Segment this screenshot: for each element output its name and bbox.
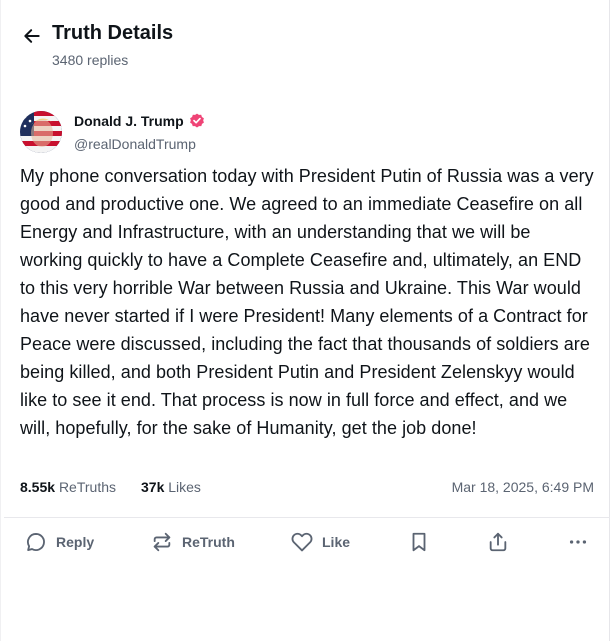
reply-label: Reply [56, 534, 95, 550]
author-handle[interactable]: @realDonaldTrump [74, 136, 196, 152]
author-row: Donald J. Trump [74, 113, 205, 129]
heart-icon [291, 532, 313, 552]
retruth-icon [153, 532, 171, 552]
retruths-count: 8.55k [20, 479, 56, 495]
retruth-button[interactable]: ReTruth [151, 528, 235, 556]
bookmark-button[interactable] [408, 528, 430, 556]
share-button[interactable] [487, 528, 509, 556]
arrow-left-icon [24, 29, 40, 43]
likes-count: 37k [141, 479, 165, 495]
more-button[interactable] [567, 528, 589, 556]
page-title: Truth Details [52, 22, 174, 44]
replies-count: 3480 replies [52, 52, 129, 68]
retruths-label: ReTruths [58, 479, 116, 495]
share-icon [489, 532, 507, 552]
post-stats: 8.55k ReTruths 37k Likes Mar 18, 2025, 6… [20, 479, 594, 499]
retruth-label: ReTruth [182, 534, 235, 550]
reply-icon [27, 533, 45, 551]
verified-badge-icon [189, 113, 204, 128]
like-button[interactable]: Like [291, 528, 350, 556]
bookmark-icon [412, 532, 426, 552]
avatar[interactable] [20, 111, 62, 153]
reply-button[interactable]: Reply [25, 528, 94, 556]
post-detail-panel: Truth Details 3480 replies Donald J. Tru… [0, 0, 610, 641]
more-horizontal-icon [569, 540, 587, 544]
post-timestamp: Mar 18, 2025, 6:49 PM [451, 479, 594, 495]
post-body: My phone conversation today with Preside… [20, 166, 594, 438]
like-label: Like [322, 534, 351, 550]
retruths-stat[interactable]: 8.55k ReTruths [20, 479, 116, 495]
action-bar: Reply ReTruth Like [1, 528, 611, 558]
likes-stat[interactable]: 37k Likes [141, 479, 201, 495]
author-name[interactable]: Donald J. Trump [74, 113, 184, 129]
divider [4, 517, 610, 518]
likes-label: Likes [168, 479, 201, 495]
back-button[interactable] [21, 25, 43, 47]
